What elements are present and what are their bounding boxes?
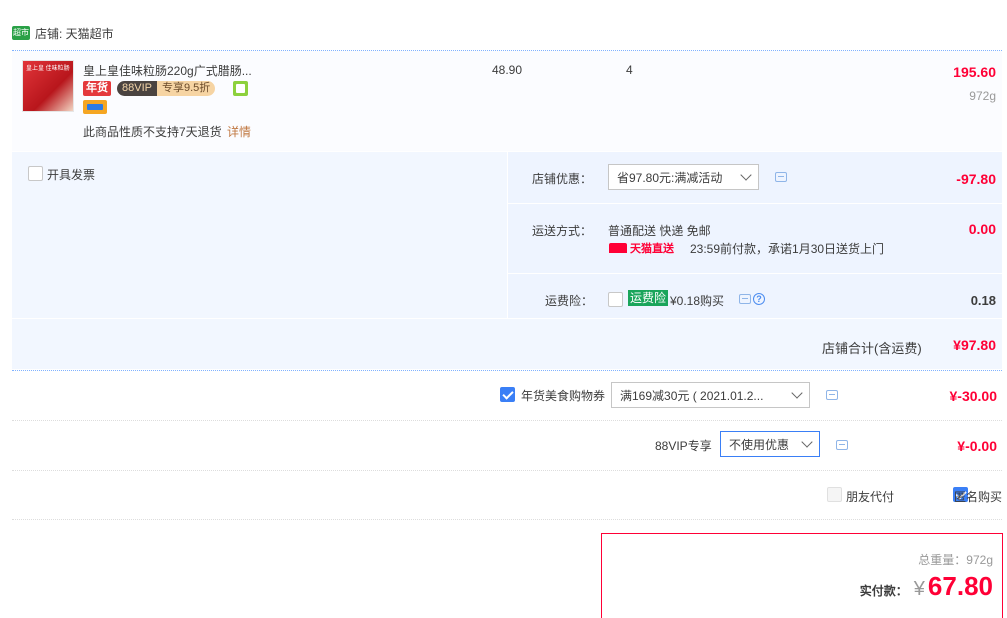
88vip-discount-badge: 88VIP 专享9.5折 <box>117 81 216 96</box>
quantity: 4 <box>626 63 633 77</box>
message-icon[interactable] <box>826 390 838 400</box>
coupon-checkbox[interactable] <box>500 387 515 402</box>
invoice-label: 开具发票 <box>47 168 96 182</box>
product-thumbnail[interactable]: 皇上皇 佳味粒肠 <box>22 60 74 112</box>
total-weight: 总重量：972g <box>918 553 993 567</box>
store-header: 超市 店铺: 天猫超市 <box>12 24 114 42</box>
coupon-select[interactable]: 满169减30元 ( 2021.01.2... <box>611 382 810 408</box>
return-policy-details-link[interactable]: 详情 <box>227 123 251 140</box>
88vip-discount-label: 专享9.5折 <box>156 81 216 96</box>
vip88-value: ¥-0.00 <box>957 438 997 454</box>
divider <box>507 203 1002 204</box>
insurance-checkbox[interactable] <box>608 292 623 307</box>
shop-discount-select[interactable]: 省97.80元:满减活动 <box>608 164 759 190</box>
thumbnail-caption: 皇上皇 佳味粒肠 <box>26 66 70 72</box>
delivery-promise: 23:59前付款，承诺1月30日送货上门 <box>690 242 885 256</box>
divider <box>507 273 1002 274</box>
shipping-value: 0.00 <box>968 221 996 237</box>
shipping-label: 运送方式： <box>532 224 593 238</box>
payment-card-icon <box>83 100 107 114</box>
vip88-select[interactable]: 不使用优惠 <box>720 431 820 457</box>
anonymous-label: 匿名购买 <box>954 490 1003 504</box>
shop-discount-selected: 省97.80元:满减活动 <box>617 170 723 185</box>
vip88-label: 88VIP专享 <box>655 439 712 453</box>
item-subtotal: 195.60 <box>953 64 996 80</box>
divider <box>12 318 1002 319</box>
chevron-down-icon <box>801 436 813 448</box>
message-icon[interactable] <box>739 294 751 304</box>
store-total-value: ¥97.80 <box>953 337 996 353</box>
unit-price: 48.90 <box>492 63 523 77</box>
invoice-checkbox[interactable] <box>28 166 43 181</box>
pay-amount-row: 实付款： ¥ 67.80 <box>860 571 993 602</box>
item-weight: 972g <box>969 89 996 103</box>
divider <box>12 420 1002 421</box>
friend-pay-checkbox[interactable] <box>827 487 842 502</box>
pay-label: 实付款： <box>859 584 908 598</box>
message-icon[interactable] <box>836 440 848 450</box>
store-name[interactable]: 店铺: 天猫超市 <box>35 25 114 42</box>
divider <box>12 470 1002 471</box>
tmall-direct-badge: 天猫直送 <box>609 241 674 255</box>
store-total-label: 店铺合计(含运费) <box>822 341 922 356</box>
divider <box>12 370 1002 371</box>
88vip-label: 88VIP <box>117 81 157 96</box>
insurance-label: 运费险： <box>545 294 594 308</box>
coupon-selected: 满169减30元 ( 2021.01.2... <box>620 388 764 403</box>
new-year-goods-badge: 年货 <box>83 81 111 96</box>
insurance-value: 0.18 <box>970 293 996 308</box>
shipping-method: 普通配送 快递 免邮 <box>608 224 711 238</box>
coupon-label: 年货美食购物券 <box>521 389 606 403</box>
shop-discount-label: 店铺优惠： <box>532 172 593 186</box>
product-title[interactable]: 皇上皇佳味粒肠220g广式腊肠... <box>83 62 252 79</box>
tmall-direct-label: 天猫直送 <box>630 243 674 255</box>
coupon-value: ¥-30.00 <box>949 388 997 404</box>
insurance-tag: 运费险 <box>628 290 669 306</box>
shop-discount-value: -97.80 <box>956 171 996 187</box>
tmall-supermarket-logo-icon: 超市 <box>12 26 30 40</box>
pay-amount: 67.80 <box>927 571 993 601</box>
tmall-cat-icon <box>609 243 627 253</box>
chevron-down-icon <box>791 387 803 399</box>
currency-symbol: ¥ <box>913 578 925 600</box>
help-question-icon[interactable]: ? <box>753 293 765 305</box>
vip88-selected: 不使用优惠 <box>729 437 790 452</box>
message-icon[interactable] <box>775 172 787 182</box>
return-policy-note: 此商品性质不支持7天退货 <box>83 125 222 139</box>
insurance-price: ¥0.18购买 <box>670 294 725 308</box>
service-guarantee-icon <box>233 81 248 96</box>
chevron-down-icon <box>740 169 752 181</box>
divider <box>12 519 1002 520</box>
friend-pay-label: 朋友代付 <box>846 490 895 504</box>
